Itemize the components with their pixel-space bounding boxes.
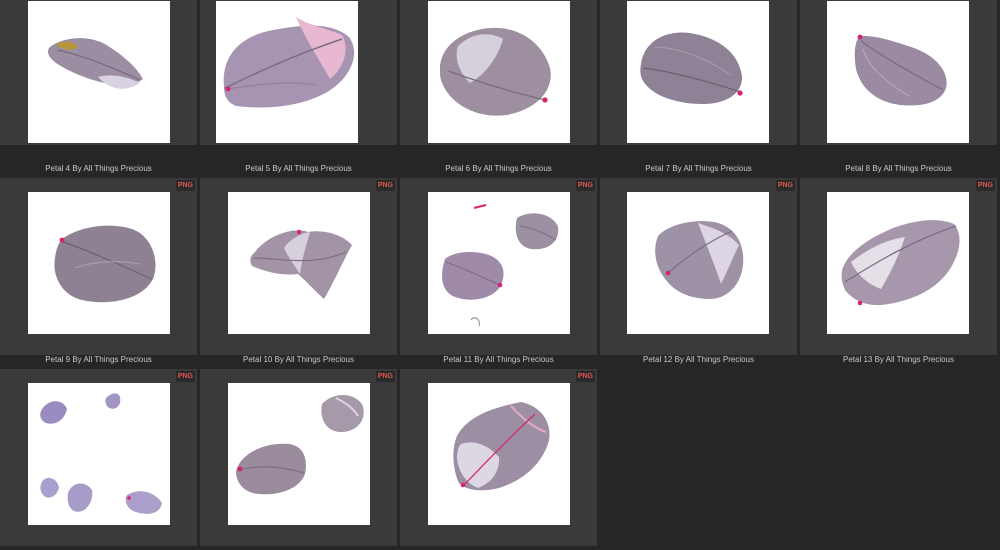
thumbnail-image xyxy=(827,1,969,143)
thumbnail-item[interactable]: Petal 8 By All Things Precious xyxy=(800,0,997,173)
petal-image xyxy=(440,27,551,116)
thumbnail-image xyxy=(28,192,170,334)
petal-image xyxy=(854,34,947,106)
png-badge: PNG xyxy=(575,371,595,382)
thumbnail-item[interactable]: PNG Petal 10 By All Things Precious xyxy=(200,178,397,364)
thumbnail-item[interactable]: PNG xyxy=(400,369,597,546)
petal-image xyxy=(48,38,143,89)
thumbnail-label: Petal 10 By All Things Precious xyxy=(242,355,355,364)
thumbnail-image xyxy=(428,1,570,143)
thumbnail-item[interactable]: Petal 5 By All Things Precious xyxy=(200,0,397,173)
thumbnail-item[interactable]: PNG xyxy=(0,369,197,546)
petal-image xyxy=(640,32,743,105)
thumbnail-item[interactable]: PNG xyxy=(200,369,397,546)
png-badge: PNG xyxy=(375,371,395,382)
thumbnail-label: Petal 9 By All Things Precious xyxy=(45,355,152,364)
thumbnail-label: Petal 5 By All Things Precious xyxy=(245,164,352,173)
petal-image xyxy=(841,220,960,306)
thumbnail-image xyxy=(228,383,370,525)
thumbnail-image xyxy=(627,1,769,143)
thumbnail-item[interactable]: PNG Petal 9 By All Things Precious xyxy=(0,178,197,364)
thumbnail-item[interactable]: Petal 4 By All Things Precious xyxy=(0,0,197,173)
png-badge: PNG xyxy=(175,371,195,382)
png-badge: PNG xyxy=(175,180,195,191)
petal-image xyxy=(250,229,352,299)
thumbnail-grid: Petal 4 By All Things Precious Petal 5 B… xyxy=(0,0,1000,550)
thumbnail-item[interactable]: PNG Petal 12 By All Things Precious xyxy=(600,178,797,364)
png-badge: PNG xyxy=(375,180,395,191)
thumbnail-label: Petal 6 By All Things Precious xyxy=(445,164,552,173)
petal-image xyxy=(40,393,162,514)
petal-image xyxy=(54,225,156,303)
thumbnail-item[interactable]: PNG Petal 11 By All Things Precious xyxy=(400,178,597,364)
thumbnail-image xyxy=(28,1,170,143)
thumbnail-image xyxy=(627,192,769,334)
thumbnail-label: Petal 11 By All Things Precious xyxy=(443,355,554,364)
thumbnail-image xyxy=(228,192,370,334)
thumbnail-image xyxy=(28,383,170,525)
thumbnail-label: Petal 13 By All Things Precious xyxy=(842,355,955,364)
thumbnail-image xyxy=(827,192,969,334)
thumbnail-item[interactable]: PNG Petal 13 By All Things Precious xyxy=(800,178,997,364)
thumbnail-label: Petal 7 By All Things Precious xyxy=(645,164,752,173)
petal-image xyxy=(223,17,355,108)
png-badge: PNG xyxy=(975,180,995,191)
thumbnail-item[interactable]: Petal 7 By All Things Precious xyxy=(600,0,797,173)
thumbnail-label: Petal 4 By All Things Precious xyxy=(45,164,152,173)
petal-image xyxy=(453,402,550,491)
petal-image xyxy=(655,221,744,300)
thumbnail-image xyxy=(428,192,570,334)
thumbnail-image xyxy=(428,383,570,525)
png-badge: PNG xyxy=(575,180,595,191)
thumbnail-image xyxy=(216,1,358,143)
petal-image xyxy=(236,394,364,495)
thumbnail-label: Petal 8 By All Things Precious xyxy=(845,164,952,173)
petal-image xyxy=(442,204,559,327)
png-badge: PNG xyxy=(775,180,795,191)
thumbnail-label: Petal 12 By All Things Precious xyxy=(642,355,755,364)
thumbnail-item[interactable]: Petal 6 By All Things Precious xyxy=(400,0,597,173)
